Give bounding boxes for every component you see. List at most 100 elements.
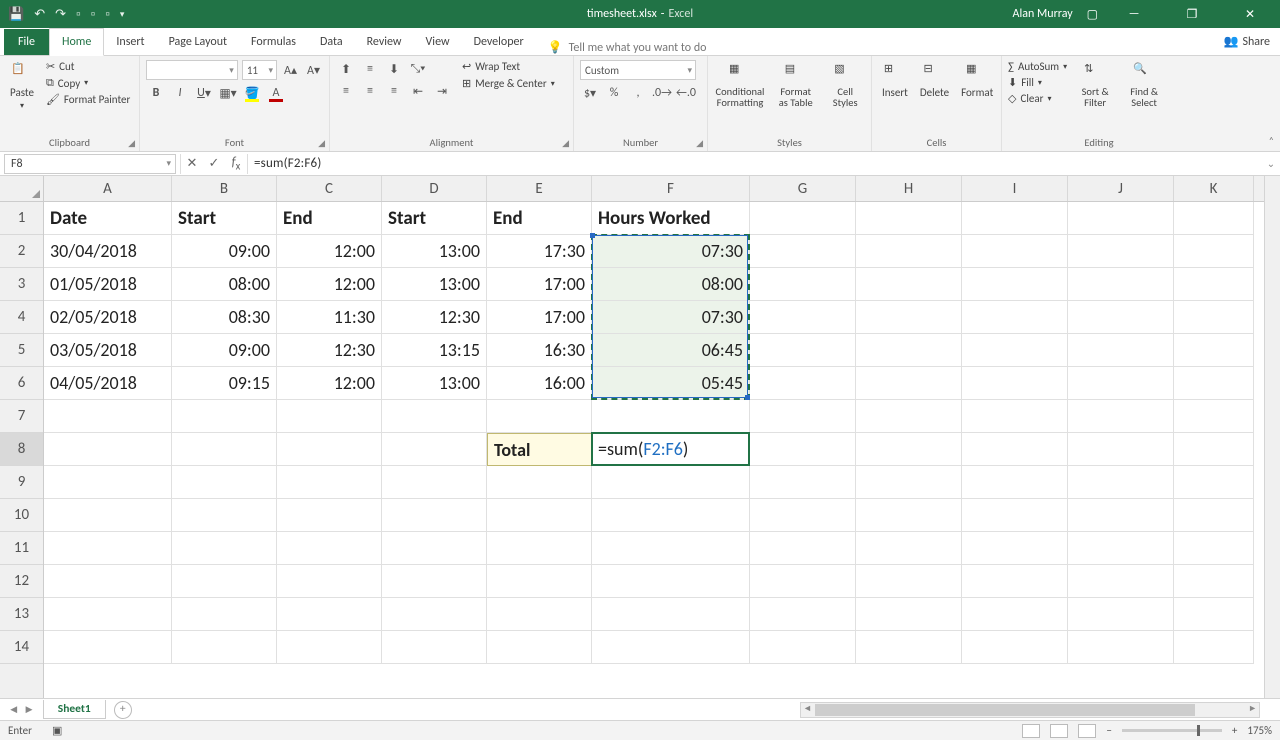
cell-styles-button[interactable]: ▧Cell Styles [825, 60, 865, 110]
cell[interactable] [1068, 466, 1174, 499]
cell[interactable]: 12:30 [277, 334, 382, 367]
cell[interactable]: 17:00 [487, 268, 592, 301]
cell[interactable]: 04/05/2018 [44, 367, 172, 400]
select-all-button[interactable] [0, 176, 44, 202]
tab-developer[interactable]: Developer [462, 29, 536, 55]
cell[interactable] [962, 268, 1068, 301]
formula-input[interactable]: =sum(F2:F6) [248, 156, 1262, 171]
tab-data[interactable]: Data [308, 29, 355, 55]
cell[interactable]: 12:00 [277, 235, 382, 268]
cancel-formula-button[interactable]: ✕ [181, 156, 203, 171]
new-sheet-button[interactable]: + [114, 701, 132, 719]
cell[interactable] [1068, 631, 1174, 664]
col-header-H[interactable]: H [856, 176, 962, 201]
redo-icon[interactable]: ↷ [55, 7, 66, 22]
cell[interactable]: 07:30 [592, 301, 750, 334]
accounting-format-button[interactable]: $▾ [580, 84, 600, 102]
cell[interactable] [750, 202, 856, 235]
delete-cells-button[interactable]: ⊟Delete [916, 60, 953, 101]
cell[interactable] [856, 466, 962, 499]
row-header-7[interactable]: 7 [0, 400, 43, 433]
increase-indent-button[interactable]: ⇥ [432, 82, 452, 100]
cell[interactable] [172, 532, 277, 565]
cell[interactable] [1068, 499, 1174, 532]
cell[interactable] [592, 400, 750, 433]
cell[interactable] [44, 598, 172, 631]
cell[interactable] [856, 499, 962, 532]
qat-icon[interactable]: ▫ [76, 7, 81, 22]
cell[interactable] [856, 631, 962, 664]
cell[interactable]: 13:00 [382, 268, 487, 301]
cell[interactable]: 08:00 [172, 268, 277, 301]
cell[interactable]: Total [487, 433, 592, 466]
row-header-11[interactable]: 11 [0, 532, 43, 565]
cell[interactable] [750, 532, 856, 565]
cell[interactable] [750, 367, 856, 400]
cell[interactable] [172, 499, 277, 532]
cell[interactable] [1068, 301, 1174, 334]
share-button[interactable]: 👥 Share [1223, 34, 1270, 49]
cell[interactable] [172, 400, 277, 433]
cell[interactable]: 07:30 [592, 235, 750, 268]
cell[interactable] [750, 235, 856, 268]
horizontal-scrollbar[interactable] [800, 702, 1260, 718]
tell-me-search[interactable]: 💡 Tell me what you want to do [548, 40, 707, 55]
zoom-in-button[interactable]: + [1232, 724, 1237, 737]
ribbon-display-icon[interactable]: ▢ [1087, 7, 1098, 22]
cell[interactable]: 17:00 [487, 301, 592, 334]
cell[interactable] [1174, 499, 1254, 532]
cell[interactable]: 17:30 [487, 235, 592, 268]
cell[interactable]: 13:00 [382, 367, 487, 400]
row-header-6[interactable]: 6 [0, 367, 43, 400]
cell[interactable] [1174, 631, 1254, 664]
cell[interactable] [487, 631, 592, 664]
cell[interactable] [592, 532, 750, 565]
cell[interactable] [856, 235, 962, 268]
cell[interactable] [962, 235, 1068, 268]
cell[interactable] [277, 433, 382, 466]
zoom-slider[interactable] [1122, 729, 1222, 732]
column-headers[interactable]: ABCDEFGHIJK [44, 176, 1264, 202]
cell[interactable] [44, 466, 172, 499]
cell[interactable] [1174, 334, 1254, 367]
cell[interactable] [1068, 334, 1174, 367]
cell[interactable]: 30/04/2018 [44, 235, 172, 268]
cell[interactable] [856, 532, 962, 565]
cell[interactable] [277, 565, 382, 598]
bold-button[interactable]: B [146, 84, 166, 102]
cell[interactable] [592, 598, 750, 631]
cell[interactable] [592, 565, 750, 598]
font-name-combo[interactable] [146, 60, 238, 80]
worksheet-grid[interactable]: ABCDEFGHIJK 1234567891011121314 DateStar… [0, 176, 1280, 698]
increase-decimal-button[interactable]: .0→ [652, 84, 672, 102]
row-header-10[interactable]: 10 [0, 499, 43, 532]
cell[interactable] [856, 400, 962, 433]
cell[interactable] [750, 499, 856, 532]
cell[interactable] [592, 499, 750, 532]
cell[interactable] [856, 565, 962, 598]
clear-button[interactable]: ◇Clear▾ [1008, 92, 1067, 105]
conditional-formatting-button[interactable]: ▦Conditional Formatting [714, 60, 766, 110]
grow-font-button[interactable]: A▴ [281, 61, 300, 79]
cell[interactable] [856, 268, 962, 301]
find-select-button[interactable]: 🔍Find & Select [1123, 60, 1165, 110]
cell[interactable]: 02/05/2018 [44, 301, 172, 334]
cell[interactable] [856, 598, 962, 631]
cell[interactable] [962, 334, 1068, 367]
align-bottom-button[interactable]: ⬇ [384, 60, 404, 78]
cell[interactable] [1068, 598, 1174, 631]
normal-view-button[interactable] [1022, 724, 1040, 738]
col-header-E[interactable]: E [487, 176, 592, 201]
format-cells-button[interactable]: ▦Format [957, 60, 997, 101]
col-header-C[interactable]: C [277, 176, 382, 201]
cell[interactable] [962, 631, 1068, 664]
cell[interactable] [277, 598, 382, 631]
cell[interactable]: 13:15 [382, 334, 487, 367]
cell[interactable] [44, 499, 172, 532]
cell[interactable]: 09:15 [172, 367, 277, 400]
cell[interactable] [750, 565, 856, 598]
cell[interactable] [44, 565, 172, 598]
cell[interactable] [962, 466, 1068, 499]
tab-formulas[interactable]: Formulas [239, 29, 308, 55]
col-header-F[interactable]: F [592, 176, 750, 201]
